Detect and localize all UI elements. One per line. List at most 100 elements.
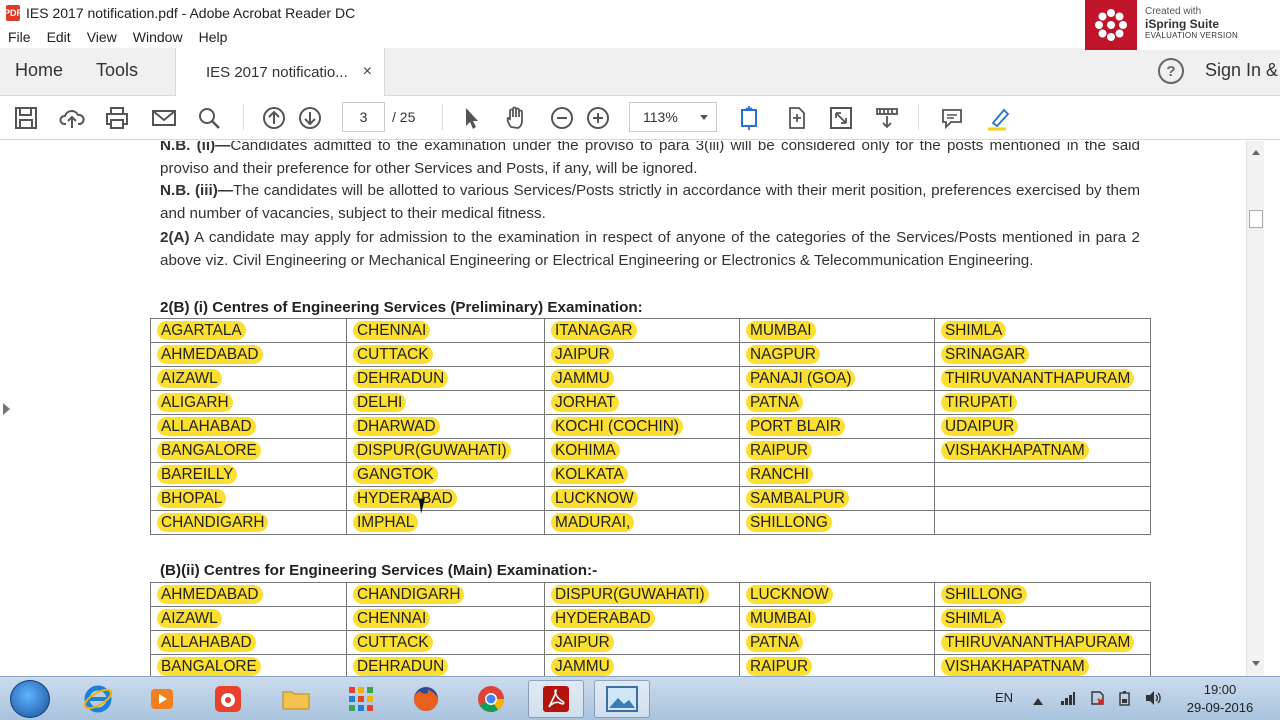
table-row: AGARTALA CHENNAI ITANAGAR MUMBAI SHIMLA	[150, 318, 1151, 343]
scrollbar-thumb[interactable]	[1249, 210, 1263, 228]
centre-name: CHANDIGARH	[353, 584, 465, 604]
scroll-mode-icon[interactable]	[872, 103, 902, 133]
close-icon[interactable]: ×	[363, 63, 372, 81]
table-cell: GANGTOK	[346, 462, 545, 487]
language-indicator[interactable]: EN	[995, 690, 1013, 705]
email-icon[interactable]	[149, 103, 179, 133]
tab-bar: Home Tools IES 2017 notificatio... × ? S…	[0, 48, 1280, 96]
table-cell: TIRUPATI	[934, 390, 1151, 415]
action-center-icon[interactable]	[1089, 690, 1105, 709]
recorder-app-icon[interactable]	[200, 680, 256, 718]
tab-tools[interactable]: Tools	[96, 60, 138, 81]
centre-name: SRINAGAR	[941, 344, 1030, 364]
print-icon[interactable]	[102, 103, 132, 133]
apps-grid-icon[interactable]	[333, 680, 389, 718]
table-cell: ALIGARH	[150, 390, 347, 415]
table-row: BAREILLY GANGTOK KOLKATA RANCHI	[150, 462, 1151, 487]
show-hidden-icons-icon[interactable]	[1033, 693, 1043, 708]
previous-page-icon[interactable]	[259, 103, 289, 133]
file-explorer-icon[interactable]	[268, 680, 324, 718]
zoom-out-icon[interactable]	[547, 103, 577, 133]
ispring-logo-icon	[1085, 0, 1137, 50]
firefox-icon[interactable]	[398, 680, 454, 718]
table-cell: JAMMU	[544, 366, 740, 391]
centre-name: DHARWAD	[353, 416, 440, 436]
table-row: AHMEDABAD CUTTACK JAIPUR NAGPUR SRINAGAR	[150, 342, 1151, 367]
ispring-watermark: Created with iSpring Suite EVALUATION VE…	[1085, 0, 1280, 50]
centre-name: THIRUVANANTHAPURAM	[941, 632, 1135, 652]
centre-name: HYDERABAD	[551, 608, 655, 628]
table-cell: RAIPUR	[739, 438, 935, 463]
media-player-icon[interactable]	[134, 680, 190, 718]
table-cell: SRINAGAR	[934, 342, 1151, 367]
centre-name: JORHAT	[551, 392, 620, 412]
table-cell: JAIPUR	[544, 630, 740, 655]
main-centres-heading: (B)(ii) Centres for Engineering Services…	[160, 562, 598, 579]
centre-name: HYDERABAD	[353, 488, 457, 508]
volume-icon[interactable]	[1144, 690, 1162, 709]
windows-taskbar: EN 19:00 29-09-2016	[0, 676, 1280, 720]
centre-name: JAIPUR	[551, 632, 614, 652]
table-cell: ALLAHABAD	[150, 414, 347, 439]
table-cell: VISHAKHAPATNAM	[934, 438, 1151, 463]
select-cursor-icon[interactable]	[456, 103, 486, 133]
table-cell: SHIMLA	[934, 318, 1151, 343]
centre-name: SHILLONG	[941, 584, 1027, 604]
comment-icon[interactable]	[937, 103, 967, 133]
table-cell: JORHAT	[544, 390, 740, 415]
scroll-up-icon[interactable]	[1252, 150, 1260, 155]
table-cell: AHMEDABAD	[150, 582, 347, 607]
battery-icon[interactable]	[1117, 690, 1133, 709]
image-viewer-taskbar-icon[interactable]	[594, 680, 650, 718]
hand-tool-icon[interactable]	[501, 103, 531, 133]
fit-page-icon[interactable]	[734, 103, 764, 133]
table-cell: BAREILLY	[150, 462, 347, 487]
centre-name: KOCHI (COCHIN)	[551, 416, 683, 436]
menu-window[interactable]: Window	[125, 29, 191, 45]
centre-name: IMPHAL	[353, 512, 419, 532]
next-page-icon[interactable]	[295, 103, 325, 133]
table-cell: PANAJI (GOA)	[739, 366, 935, 391]
scroll-down-icon[interactable]	[1252, 661, 1260, 666]
main-centres-table: AHMEDABAD CHANDIGARH DISPUR(GUWAHATI) LUCKN…	[150, 582, 1151, 676]
menu-view[interactable]: View	[79, 29, 125, 45]
full-screen-icon[interactable]	[826, 103, 856, 133]
document-viewer[interactable]: N.B. (ii)—Candidates admitted to the exa…	[0, 141, 1280, 676]
para-2a: 2(A) A candidate may apply for admission…	[160, 226, 1140, 272]
system-clock[interactable]: 19:00 29-09-2016	[1180, 681, 1260, 717]
help-icon[interactable]: ?	[1158, 58, 1184, 84]
zoom-in-icon[interactable]	[583, 103, 613, 133]
table-cell	[934, 462, 1151, 487]
vertical-scrollbar[interactable]	[1246, 141, 1264, 676]
menu-file[interactable]: File	[0, 29, 39, 45]
cloud-upload-icon[interactable]	[57, 103, 87, 133]
para-2a-label: 2(A)	[160, 229, 190, 246]
sign-in-link[interactable]: Sign In &	[1205, 60, 1278, 81]
centre-name: LUCKNOW	[746, 584, 833, 604]
zoom-value: 113%	[643, 109, 678, 125]
acrobat-reader-taskbar-icon[interactable]	[528, 680, 584, 718]
start-button[interactable]	[10, 680, 50, 718]
table-cell: DISPUR(GUWAHATI)	[346, 438, 545, 463]
zoom-select[interactable]: 113%	[629, 102, 717, 132]
table-cell: CHANDIGARH	[150, 510, 347, 535]
highlighter-icon[interactable]	[983, 103, 1013, 133]
table-cell: DELHI	[346, 390, 545, 415]
save-icon[interactable]	[11, 103, 41, 133]
search-icon[interactable]	[194, 103, 224, 133]
chrome-icon[interactable]	[463, 680, 519, 718]
table-cell: PATNA	[739, 630, 935, 655]
menu-edit[interactable]: Edit	[39, 29, 79, 45]
centre-name: NAGPUR	[746, 344, 820, 364]
tab-document[interactable]: IES 2017 notificatio... ×	[175, 48, 385, 96]
table-cell: LUCKNOW	[544, 486, 740, 511]
table-cell: MUMBAI	[739, 318, 935, 343]
tab-home[interactable]: Home	[15, 60, 63, 81]
rotate-page-icon[interactable]	[781, 103, 811, 133]
page-number-input[interactable]: 3	[342, 102, 385, 132]
internet-explorer-icon[interactable]	[70, 680, 126, 718]
right-pane-strip	[1266, 141, 1280, 676]
expand-left-pane-icon[interactable]	[3, 403, 10, 415]
menu-help[interactable]: Help	[191, 29, 236, 45]
network-signal-icon[interactable]	[1060, 690, 1076, 709]
